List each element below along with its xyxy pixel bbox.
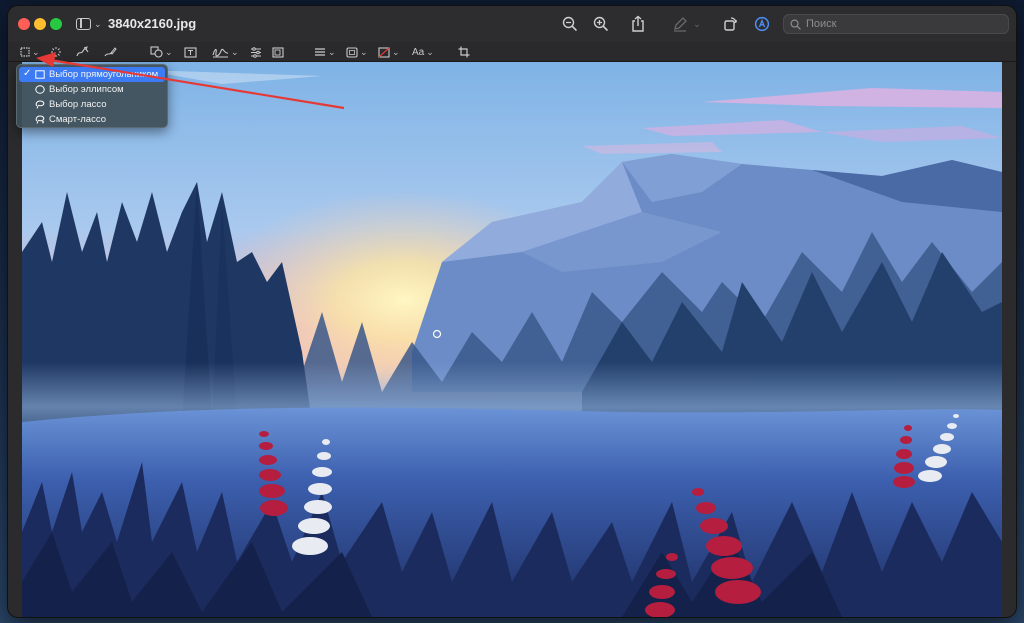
chevron-down-icon: ⌄ [328,46,336,57]
instant-alpha-icon [51,47,61,57]
rotate-icon [724,17,738,31]
chevron-down-icon: ⌄ [360,46,368,57]
menu-item-smart-lasso[interactable]: Смарт-лассо [19,112,165,127]
menu-item-label: Выбор эллипсом [49,84,124,95]
sidebar-toggle-icon [76,18,91,30]
adjust-size-icon [272,46,284,58]
title-bar[interactable]: ⌄ 3840x2160.jpg ⌄ Поиск [8,6,1016,42]
sidebar-toggle-button[interactable]: ⌄ [76,16,104,32]
fill-color-button[interactable]: ⌄ [378,44,400,60]
chevron-down-icon: ⌄ [94,18,102,29]
sketch-icon [76,46,89,57]
draw-icon [104,47,117,57]
adjust-size-button[interactable] [272,44,284,60]
chevron-down-icon: ⌄ [32,46,40,57]
text-style-label: Aa [412,46,425,58]
rotate-button[interactable] [720,14,740,34]
zoom-in-button[interactable] [591,14,611,34]
smart-lasso-icon [35,115,45,124]
border-color-button[interactable]: ⌄ [346,44,368,60]
maximize-window-button[interactable] [50,18,62,30]
shape-style-icon [315,48,325,56]
chevron-down-icon: ⌄ [392,46,400,57]
menu-item-label: Смарт-лассо [49,114,106,125]
menu-item-label: Выбор прямоугольником [49,69,159,80]
checkmark-icon: ✓ [23,68,32,79]
sign-button[interactable]: ⌄ [212,44,239,60]
text-box-button[interactable] [184,44,197,60]
zoom-out-button[interactable] [560,14,580,34]
shapes-icon [150,46,163,58]
draw-button[interactable] [104,44,117,60]
selection-tool-menu: ✓ Выбор прямоугольником Выбор эллипсом В… [16,64,168,128]
markup-button[interactable] [752,14,772,34]
fill-color-icon [378,46,390,58]
share-button[interactable] [628,14,648,34]
preview-window: ⌄ 3840x2160.jpg ⌄ Поиск ⌄ ⌄ ⌄ ⌄ ⌄ ⌄ Aa ⌄… [8,6,1016,617]
highlight-pen-icon [674,17,687,32]
shapes-button[interactable]: ⌄ [150,44,173,60]
search-icon [790,19,801,30]
markup-icon [754,16,770,32]
zoom-out-icon [562,16,577,31]
adjust-color-icon [251,46,261,58]
crop-icon [458,46,470,58]
text-box-icon [184,46,197,58]
window-title: 3840x2160.jpg [108,16,197,31]
menu-item-ellipse-select[interactable]: Выбор эллипсом [19,82,165,97]
search-field[interactable] [783,14,1009,34]
rectangle-icon [35,70,45,79]
chevron-down-icon: ⌄ [426,46,434,57]
instant-alpha-button[interactable] [50,44,62,60]
image-canvas[interactable] [22,62,1002,617]
search-input[interactable] [806,18,996,30]
markup-toolbar: ⌄ ⌄ ⌄ ⌄ ⌄ ⌄ Aa ⌄ [8,42,1016,62]
border-color-icon [346,46,358,58]
menu-item-lasso-select[interactable]: Выбор лассо [19,97,165,112]
close-window-button[interactable] [18,18,30,30]
sign-icon [212,48,229,58]
landscape-image [22,62,1002,617]
menu-item-rectangle-select[interactable]: ✓ Выбор прямоугольником [19,67,165,82]
ellipse-icon [35,85,45,94]
highlight-menu-button[interactable]: ⌄ [691,14,703,34]
text-style-button[interactable]: Aa ⌄ [412,44,434,60]
minimize-window-button[interactable] [34,18,46,30]
highlight-button[interactable] [670,14,690,34]
zoom-in-icon [593,16,608,31]
chevron-down-icon: ⌄ [693,18,701,29]
adjust-color-button[interactable] [250,44,262,60]
share-icon [632,15,644,32]
selection-tool-button[interactable]: ⌄ [20,44,40,60]
rectangle-select-icon [20,47,30,57]
lasso-icon [35,100,45,109]
chevron-down-icon: ⌄ [165,46,173,57]
chevron-down-icon: ⌄ [231,46,239,57]
sketch-button[interactable] [76,44,89,60]
shape-style-button[interactable]: ⌄ [314,44,336,60]
crop-button[interactable] [458,44,470,60]
menu-item-label: Выбор лассо [49,99,107,110]
